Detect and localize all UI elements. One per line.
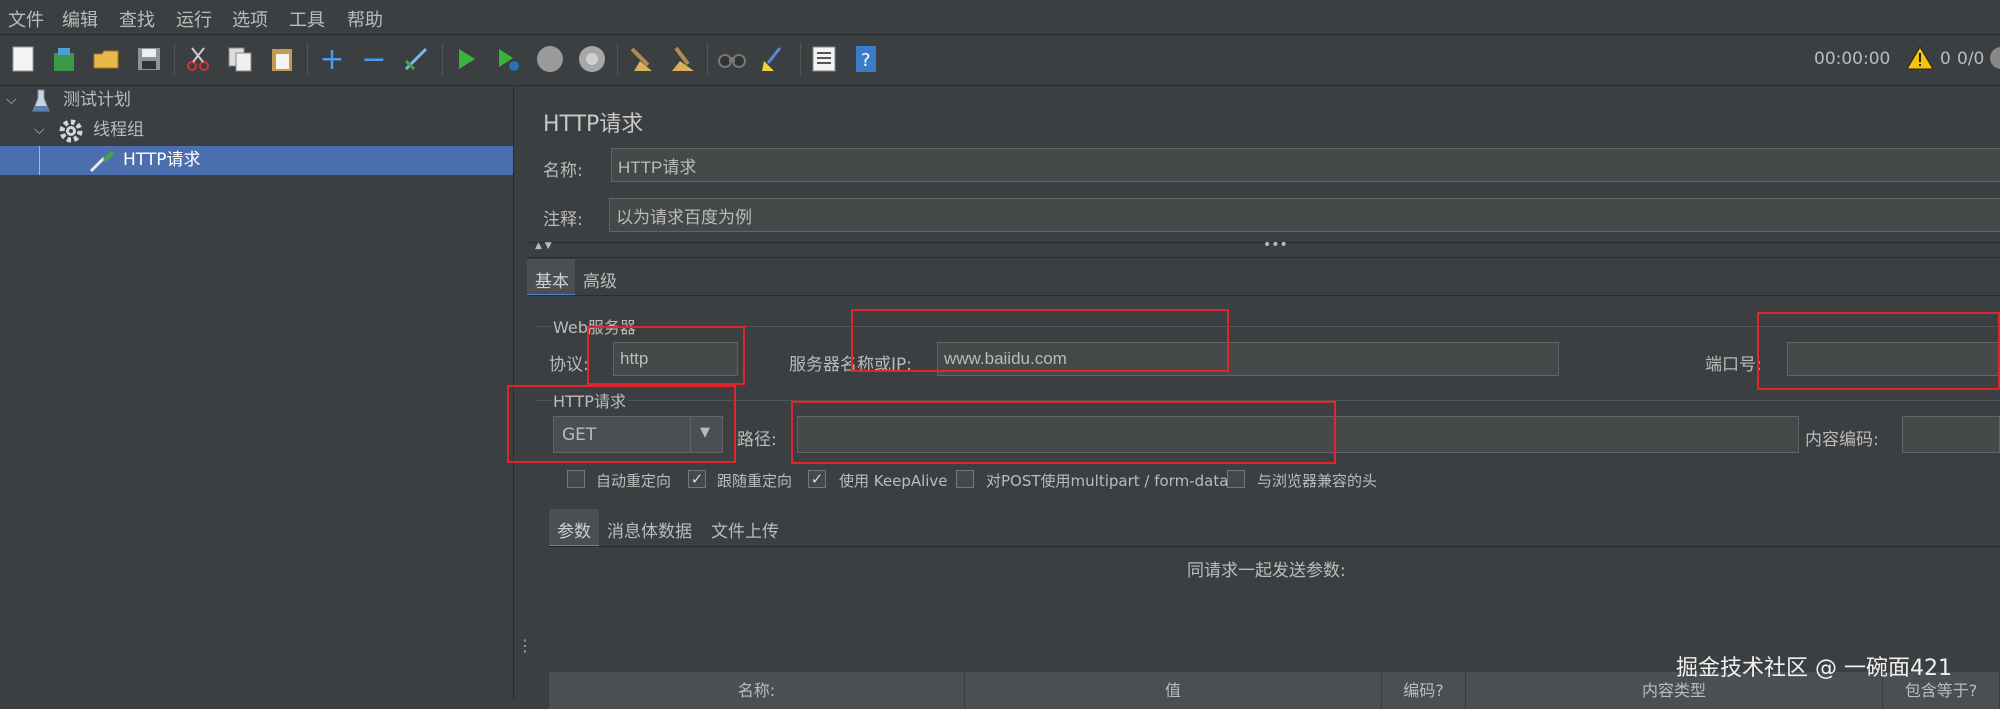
copy-icon[interactable]: [224, 43, 256, 75]
annotation-box-server: [851, 309, 1229, 372]
annotation-box-port: [1757, 312, 2000, 390]
menu-edit[interactable]: 编辑: [62, 6, 98, 32]
checkbox-label: 自动重定向: [596, 472, 672, 490]
elapsed-time: 00:00:00: [1814, 49, 1891, 69]
expand-all-icon[interactable]: +: [316, 42, 348, 77]
stop-icon[interactable]: [534, 43, 566, 75]
name-label: 名称:: [543, 161, 583, 181]
tab-underline: [527, 295, 2000, 296]
svg-text:?: ?: [861, 50, 871, 71]
column-header-name[interactable]: 名称:: [549, 672, 965, 709]
search-icon[interactable]: [716, 43, 748, 75]
thread-count: 0/0: [1957, 49, 1985, 69]
tree-guide-line: [39, 146, 40, 175]
tree-item-label: HTTP请求: [123, 150, 201, 170]
collapse-arrows-icon[interactable]: ▲ ▼: [535, 241, 552, 251]
subtab-underline: [549, 546, 2000, 547]
follow-redirect-checkbox[interactable]: ✓: [688, 470, 706, 488]
tab-parameters[interactable]: 参数: [549, 509, 599, 547]
templates-icon[interactable]: [48, 43, 80, 75]
chevron-down-icon[interactable]: ⌵: [6, 86, 17, 115]
comment-field[interactable]: [609, 198, 2000, 232]
shutdown-icon[interactable]: [576, 43, 608, 75]
collapse-divider[interactable]: ▲ ▼ •••: [527, 237, 2000, 258]
toolbar: + − ? 00:00:00 0 0/0: [0, 35, 2000, 86]
auto-redirect-checkbox[interactable]: [567, 470, 585, 488]
tree-item-label: 测试计划: [63, 90, 131, 110]
tab-body-data[interactable]: 消息体数据: [603, 509, 703, 547]
tab-file-upload[interactable]: 文件上传: [707, 509, 787, 547]
annotation-box-method: [507, 385, 736, 463]
collapse-all-icon[interactable]: −: [358, 42, 390, 77]
browser-headers-checkbox[interactable]: [1227, 470, 1245, 488]
chevron-down-icon[interactable]: ⌵: [34, 116, 45, 145]
toggle-icon[interactable]: [400, 43, 432, 75]
tree-item-http-request[interactable]: HTTP请求: [0, 146, 513, 175]
tree-item-test-plan[interactable]: ⌵ 测试计划: [0, 86, 513, 115]
menu-run[interactable]: 运行: [176, 6, 212, 32]
tree-item-label: 线程组: [93, 120, 144, 140]
open-folder-icon[interactable]: [90, 43, 122, 75]
start-icon[interactable]: [450, 43, 482, 75]
path-label: 路径:: [737, 430, 777, 450]
annotation-box-protocol: [587, 326, 745, 385]
watermark: 掘金技术社区 @ 一碗面421: [1676, 656, 1952, 681]
content-encoding-label: 内容编码:: [1805, 430, 1879, 450]
checkbox-label: 使用 KeepAlive: [839, 472, 948, 490]
clear-all-icon[interactable]: [666, 43, 698, 75]
pipette-icon: [88, 149, 116, 183]
checkbox-label: 跟随重定向: [717, 472, 793, 490]
column-header-encode[interactable]: 编码?: [1382, 672, 1466, 709]
annotation-box-path: [791, 401, 1336, 464]
menu-search[interactable]: 查找: [119, 6, 155, 32]
menu-options[interactable]: 选项: [232, 6, 268, 32]
menu-bar: 文件 编辑 查找 运行 选项 工具 帮助: [0, 0, 2000, 35]
function-helper-icon[interactable]: [808, 43, 840, 75]
test-plan-tree: ⌵ 测试计划 ⌵ 线程组 HTTP请求: [0, 86, 513, 699]
menu-tools[interactable]: 工具: [289, 6, 325, 32]
save-icon[interactable]: [133, 43, 165, 75]
warning-icon[interactable]: [1906, 45, 1934, 75]
tab-basic[interactable]: 基本: [527, 259, 575, 296]
paste-icon[interactable]: [266, 43, 298, 75]
protocol-label: 协议:: [549, 355, 589, 375]
start-no-pause-icon[interactable]: [492, 43, 524, 75]
menu-file[interactable]: 文件: [8, 6, 44, 32]
tab-advanced[interactable]: 高级: [577, 259, 625, 296]
http-request-editor: HTTP请求 名称: 注释: ▲ ▼ ••• 基本 高级 Web服务器 协议: …: [507, 86, 2000, 709]
status-gear-icon[interactable]: [1990, 47, 2000, 69]
params-caption: 同请求一起发送参数:: [1187, 561, 1346, 581]
checkbox-label: 对POST使用multipart / form-data: [986, 472, 1229, 490]
new-file-icon[interactable]: [8, 43, 40, 75]
help-icon[interactable]: ?: [850, 43, 882, 75]
page-title: HTTP请求: [543, 112, 644, 137]
content-encoding-field[interactable]: [1902, 416, 2000, 453]
comment-label: 注释:: [543, 210, 583, 230]
menu-help[interactable]: 帮助: [347, 6, 383, 32]
column-header-value[interactable]: 值: [965, 672, 1382, 709]
cut-icon[interactable]: [182, 43, 214, 75]
multipart-checkbox[interactable]: [956, 470, 974, 488]
tree-item-thread-group[interactable]: ⌵ 线程组: [0, 116, 513, 145]
checkbox-label: 与浏览器兼容的头: [1257, 472, 1378, 490]
divider-grip-icon[interactable]: •••: [1263, 237, 1288, 253]
reset-search-icon[interactable]: [758, 43, 790, 75]
port-label: 端口号:: [1705, 355, 1762, 375]
name-field[interactable]: [611, 148, 2000, 182]
warning-count: 0: [1940, 49, 1951, 69]
clear-icon[interactable]: [624, 43, 656, 75]
keepalive-checkbox[interactable]: ✓: [808, 470, 826, 488]
